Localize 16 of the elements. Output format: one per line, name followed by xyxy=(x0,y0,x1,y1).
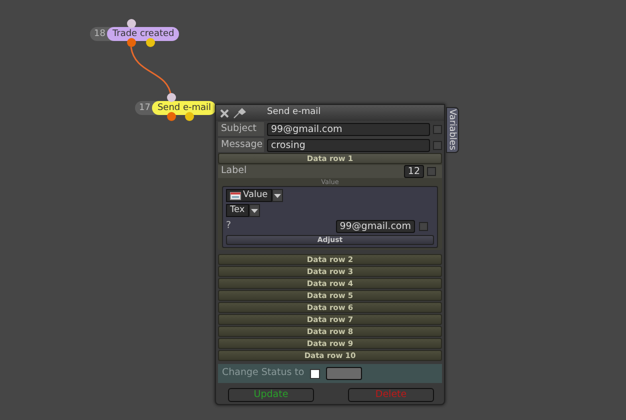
text-field[interactable]: 99@gmail.com xyxy=(336,220,415,232)
node-label[interactable]: Send e-mail xyxy=(152,101,216,115)
field-label: Message xyxy=(218,138,264,152)
field-label: Label xyxy=(221,164,248,178)
status-label: Change Status to xyxy=(222,366,304,380)
field-label: Subject xyxy=(218,122,264,136)
field-label: ? xyxy=(226,218,232,233)
dropdown[interactable]: Tex xyxy=(226,204,249,217)
text-field[interactable]: crosing xyxy=(267,138,430,152)
node-label[interactable]: Trade created xyxy=(107,27,180,41)
dialog-title: Send e-mail xyxy=(267,106,321,120)
number-field[interactable]: 12 xyxy=(404,165,424,178)
dropdown[interactable]: Value xyxy=(226,189,272,202)
update-button[interactable]: Update xyxy=(228,388,314,402)
variables-tab[interactable]: Variables xyxy=(446,107,459,153)
text-field[interactable]: 99@gmail.com xyxy=(267,122,430,136)
